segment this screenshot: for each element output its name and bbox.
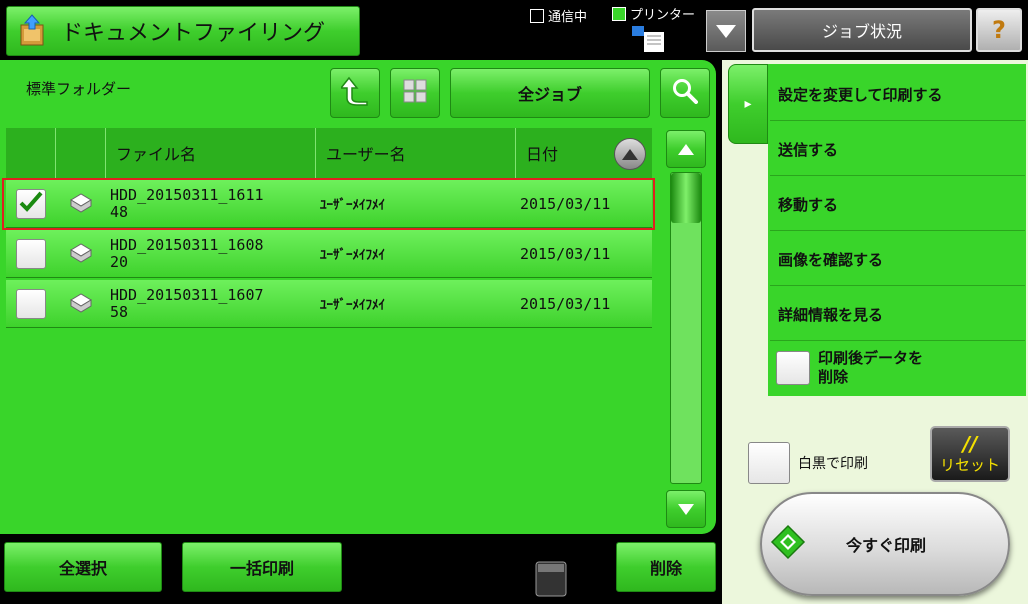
header-type-col xyxy=(56,128,106,178)
parent-folder-button[interactable] xyxy=(330,68,380,118)
delete-label: 削除 xyxy=(649,559,682,578)
up-arrow-icon xyxy=(339,76,369,110)
header-filename-label: ファイル名 xyxy=(116,145,197,164)
sort-ascending-icon[interactable] xyxy=(614,138,646,170)
delete-button[interactable]: 削除 xyxy=(616,542,716,592)
header-user-label: ユーザー名 xyxy=(326,145,406,164)
delete-after-print-line2: 削除 xyxy=(818,368,849,386)
scroll-up-button[interactable] xyxy=(666,130,706,168)
header-user[interactable]: ユーザー名 xyxy=(316,128,516,178)
help-button[interactable]: ? xyxy=(976,8,1022,52)
menu-item-label: 送信する xyxy=(778,140,839,159)
scrollbar-thumb[interactable] xyxy=(671,173,701,223)
row-user: ﾕｰｻﾞｰﾒｲﾌﾒｲ xyxy=(320,248,385,263)
menu-item-move[interactable]: 移動する xyxy=(770,178,1025,231)
all-jobs-button[interactable]: 全ジョブ xyxy=(450,68,650,118)
reset-button[interactable]: // リセット xyxy=(930,426,1010,482)
row-filename-line1: HDD_20150311_1607 xyxy=(110,285,264,304)
selected-row-outline xyxy=(2,178,655,230)
menu-item-label: 画像を確認する xyxy=(778,250,884,269)
printer-status: プリンター xyxy=(612,4,695,23)
reset-icon: // xyxy=(962,431,978,456)
folder-name: 標準フォルダー xyxy=(26,80,132,98)
menu-item-label: 詳細情報を見る xyxy=(778,305,884,324)
print-job-icon xyxy=(67,240,95,268)
triangle-down-icon xyxy=(678,503,694,515)
menu-item-change-settings-print[interactable]: 設定を変更して印刷する xyxy=(770,68,1025,121)
row-checkbox-cell xyxy=(6,230,56,277)
row-date: 2015/03/11 xyxy=(520,244,611,263)
job-status-label: ジョブ状況 xyxy=(821,22,902,41)
app-title-bar: ドキュメントファイリング xyxy=(6,6,360,56)
row-filename-line2: 20 xyxy=(110,252,129,271)
print-now-label: 今すぐ印刷 xyxy=(846,536,927,555)
row-checkbox-cell xyxy=(6,280,56,327)
row-checkbox[interactable] xyxy=(16,238,46,269)
collapse-panel-button[interactable]: ▸ xyxy=(728,64,768,144)
mono-print-option[interactable]: 白黒で印刷 xyxy=(748,442,868,484)
row-filename: HDD_20150311_1607 58 xyxy=(106,280,316,327)
reset-label: リセット xyxy=(939,455,1000,474)
batch-print-button[interactable]: 一括印刷 xyxy=(182,542,342,592)
select-all-label: 全選択 xyxy=(58,559,107,578)
scroll-down-button[interactable] xyxy=(666,490,706,528)
comm-status-label: 通信中 xyxy=(548,10,588,25)
table-row[interactable]: HDD_20150311_1608 20 ﾕｰｻﾞｰﾒｲﾌﾒｲ 2015/03/… xyxy=(6,230,652,278)
menu-item-send[interactable]: 送信する xyxy=(770,123,1025,176)
mono-print-checkbox[interactable] xyxy=(748,442,790,484)
document-filing-icon xyxy=(15,13,51,49)
storage-icon xyxy=(534,558,568,602)
comm-status: 通信中 xyxy=(530,6,587,25)
row-filename-line1: HDD_20150311_1608 xyxy=(110,235,264,254)
menu-item-label: 設定を変更して印刷する xyxy=(778,85,943,104)
app-title: ドキュメントファイリング xyxy=(61,21,326,46)
header-checkbox-col xyxy=(6,128,56,178)
header-date[interactable]: 日付 xyxy=(516,128,652,178)
all-jobs-label: 全ジョブ xyxy=(517,85,582,104)
row-type-cell xyxy=(56,230,106,277)
menu-item-details[interactable]: 詳細情報を見る xyxy=(770,288,1025,341)
comm-status-checkbox xyxy=(530,8,544,23)
triangle-up-icon xyxy=(678,143,694,155)
search-button[interactable] xyxy=(660,68,710,118)
header-date-label: 日付 xyxy=(526,145,559,164)
printer-activity-icon xyxy=(632,24,666,56)
search-icon xyxy=(672,78,698,108)
print-now-button[interactable]: 今すぐ印刷 xyxy=(760,492,1010,596)
mono-print-label: 白黒で印刷 xyxy=(798,456,868,472)
printer-status-indicator xyxy=(612,6,626,21)
printer-status-label: プリンター xyxy=(630,8,696,23)
thumbnail-view-button[interactable] xyxy=(390,68,440,118)
row-filename: HDD_20150311_1608 20 xyxy=(106,230,316,277)
row-user: ﾕｰｻﾞｰﾒｲﾌﾒｲ xyxy=(320,298,385,313)
table-row[interactable]: HDD_20150311_1607 58 ﾕｰｻﾞｰﾒｲﾌﾒｲ 2015/03/… xyxy=(6,280,652,328)
delete-after-print-label: 印刷後データを 削除 xyxy=(818,349,923,387)
menu-item-label: 移動する xyxy=(778,195,839,214)
dropdown-button[interactable] xyxy=(706,10,746,52)
triangle-down-icon xyxy=(716,24,736,38)
print-job-icon xyxy=(67,290,95,318)
header-filename[interactable]: ファイル名 xyxy=(106,128,316,178)
batch-print-label: 一括印刷 xyxy=(229,559,294,578)
delete-after-print-option[interactable]: 印刷後データを 削除 xyxy=(770,343,1025,393)
row-checkbox[interactable] xyxy=(16,288,46,319)
table-header: ファイル名 ユーザー名 日付 xyxy=(6,128,652,178)
delete-after-print-line1: 印刷後データを xyxy=(818,349,924,367)
row-date: 2015/03/11 xyxy=(520,294,611,313)
job-status-button[interactable]: ジョブ状況 xyxy=(752,8,972,52)
delete-after-print-checkbox[interactable] xyxy=(776,351,810,385)
help-icon: ? xyxy=(992,16,1006,44)
menu-item-check-image[interactable]: 画像を確認する xyxy=(770,233,1025,286)
play-icon: ▸ xyxy=(744,96,752,112)
grid-icon xyxy=(403,79,427,107)
row-type-cell xyxy=(56,280,106,327)
row-filename-line2: 58 xyxy=(110,302,129,321)
select-all-button[interactable]: 全選択 xyxy=(4,542,162,592)
start-diamond-icon xyxy=(770,524,806,564)
